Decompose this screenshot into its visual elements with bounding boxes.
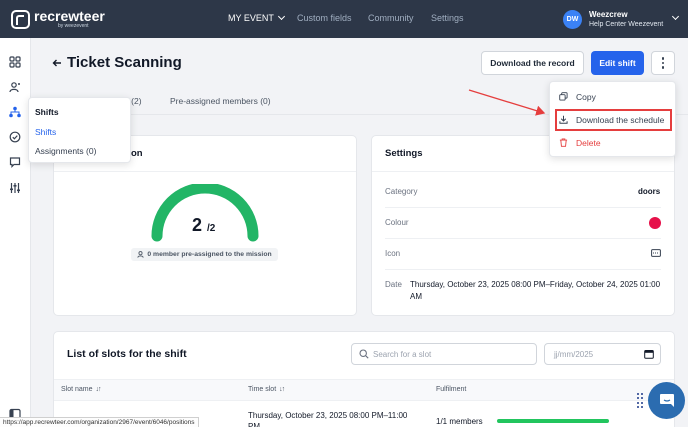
icon-label: Icon (385, 249, 401, 258)
more-dots-icon (661, 57, 665, 60)
drag-handle-icon[interactable] (637, 393, 643, 409)
preassigned-badge: 0 member pre-assigned to the mission (131, 248, 278, 261)
mission-card-title: on (131, 148, 143, 159)
user-menu-chevron-icon[interactable] (671, 12, 680, 21)
chat-bubble-icon (659, 393, 674, 407)
card-divider (372, 171, 674, 172)
highlight-box (555, 109, 672, 131)
nav-custom-fields[interactable]: Custom fields (297, 13, 352, 23)
user-avatar[interactable]: DW (563, 10, 582, 29)
logo-subtitle: by weezevent (58, 23, 89, 29)
row-time-slot: Thursday, October 23, 2025 08:00 PM–11:0… (248, 411, 408, 427)
logo-name: recrewteer (34, 8, 105, 24)
category-value: doors (638, 187, 661, 196)
recrewteer-logo[interactable]: recrewteer by weezevent (11, 9, 105, 29)
slot-date-input[interactable]: jj/mm/2025 (544, 343, 661, 365)
row-divider (385, 238, 661, 239)
trash-icon (559, 138, 568, 147)
column-header-slot-name[interactable]: Slot name ↓↑ (61, 386, 102, 393)
date-label: Date (385, 280, 402, 289)
nav-my-event-label: MY EVENT (228, 13, 274, 23)
logo-mark-icon (11, 9, 30, 29)
settings-card-title: Settings (385, 148, 423, 159)
row-divider (385, 207, 661, 208)
ticket-icon (651, 249, 661, 257)
user-name[interactable]: Weezcrew (589, 10, 628, 19)
edit-shift-button[interactable]: Edit shift (591, 51, 644, 75)
download-record-button[interactable]: Download the record (481, 51, 584, 75)
slot-search-input[interactable]: Search for a slot (351, 343, 537, 365)
nav-settings[interactable]: Settings (431, 13, 464, 23)
assigned-count-total: /2 (207, 223, 216, 234)
flyout-title: Shifts (35, 107, 59, 117)
sort-icon: ↓↑ (279, 386, 285, 393)
user-group-icon[interactable] (9, 81, 21, 93)
slot-search-placeholder: Search for a slot (373, 349, 432, 359)
back-arrow-icon[interactable] (52, 58, 62, 68)
column-header-fulfilment: Fulfilment (436, 386, 467, 393)
colour-label: Colour (385, 218, 409, 227)
calendar-icon (644, 350, 654, 359)
sliders-icon[interactable] (9, 182, 21, 194)
copy-menu-item[interactable]: Copy (576, 92, 596, 102)
flyout-item-shifts[interactable]: Shifts (35, 127, 56, 137)
sort-icon: ↓↑ (95, 386, 102, 393)
flyout-item-assignments[interactable]: Assignments (0) (35, 146, 96, 156)
card-divider (54, 171, 356, 172)
row-fulfilment: 1/1 members (436, 417, 483, 426)
assigned-count-value: 2 (192, 215, 203, 235)
search-icon (359, 349, 369, 359)
page-title: Ticket Scanning (67, 54, 182, 71)
assigned-count: 2 /2 (192, 215, 215, 236)
slots-card-title: List of slots for the shift (67, 348, 187, 360)
row-fulfilment-bar (497, 419, 609, 423)
table-header-row (54, 379, 674, 401)
row-divider (385, 269, 661, 270)
slot-date-placeholder: jj/mm/2025 (554, 349, 594, 359)
colour-swatch (649, 217, 661, 229)
check-circle-icon[interactable] (9, 131, 21, 143)
category-label: Category (385, 187, 418, 196)
top-navigation-bar: recrewteer by weezevent MY EVENT Custom … (0, 0, 688, 38)
shifts-flyout-menu: Shifts Shifts Assignments (0) (28, 97, 131, 163)
grid-icon[interactable] (9, 56, 21, 68)
more-options-dropdown: Copy Download the schedule Delete (549, 81, 676, 157)
more-options-button[interactable] (651, 51, 675, 75)
preassigned-badge-text: 0 member pre-assigned to the mission (147, 251, 272, 258)
hierarchy-icon[interactable] (9, 106, 21, 118)
nav-my-event[interactable]: MY EVENT (228, 12, 285, 23)
nav-community[interactable]: Community (368, 13, 414, 23)
left-sidebar (0, 38, 31, 427)
support-chat-button[interactable] (648, 382, 685, 419)
user-subtitle[interactable]: Help Center Weezevent (589, 21, 663, 28)
delete-menu-item[interactable]: Delete (576, 138, 601, 148)
column-header-time-slot[interactable]: Time slot ↓↑ (248, 386, 285, 393)
status-bar-url: https://app.recrewteer.com/organization/… (0, 417, 199, 427)
user-icon (137, 251, 144, 258)
date-value: Thursday, October 23, 2025 08:00 PM–Frid… (410, 280, 661, 301)
chevron-down-icon (277, 12, 285, 21)
copy-icon (559, 92, 568, 101)
tab-preassigned-members[interactable]: Pre-assigned members (0) (170, 96, 271, 106)
chat-icon[interactable] (9, 156, 21, 168)
